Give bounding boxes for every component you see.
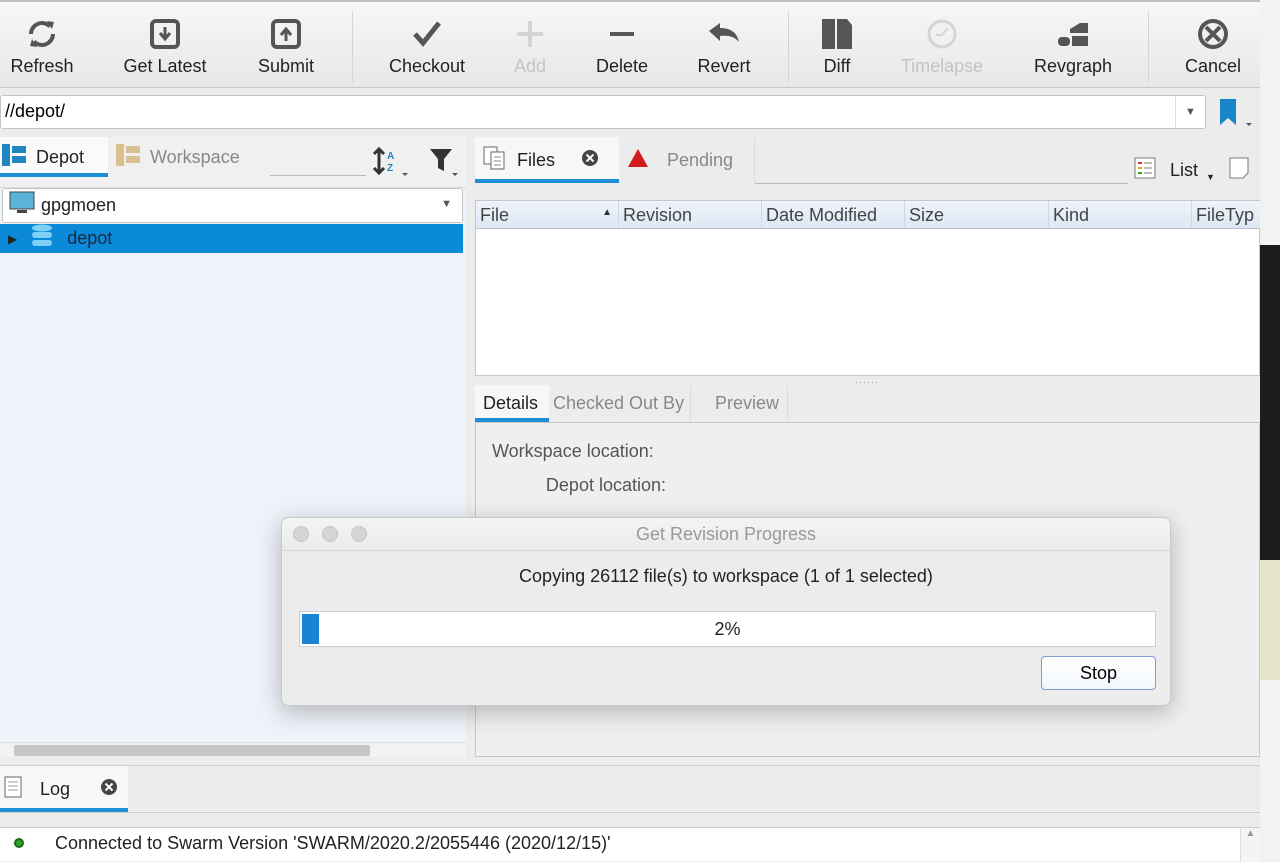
scrollbar-thumb[interactable]	[14, 745, 370, 756]
column-header-revision[interactable]: Revision	[619, 201, 762, 229]
dialog-title: Get Revision Progress	[282, 518, 1170, 551]
depot-path-combobox[interactable]: ▼	[0, 95, 1206, 129]
window-close-button[interactable]	[293, 526, 309, 542]
horizontal-scrollbar[interactable]	[0, 742, 466, 757]
sort-az-icon[interactable]: AZ	[372, 146, 411, 182]
workspace-tree-icon	[116, 143, 140, 171]
background-window	[1260, 0, 1280, 861]
stop-button[interactable]: Stop	[1041, 656, 1156, 690]
progress-bar: 2%	[299, 611, 1156, 647]
log-scrollbar[interactable]: ▲	[1240, 828, 1260, 862]
close-tab-icon[interactable]	[581, 149, 599, 172]
workspace-select[interactable]: gpgmoen ▼	[2, 188, 463, 223]
tab-log[interactable]: Log	[0, 766, 128, 812]
documents-icon	[782, 16, 892, 52]
toolbar-separator	[1148, 12, 1149, 82]
bookmark-icon[interactable]	[1218, 97, 1254, 134]
progress-message: Copying 26112 file(s) to workspace (1 of…	[519, 566, 933, 586]
upload-box-icon	[231, 16, 341, 52]
window-zoom-button[interactable]	[351, 526, 367, 542]
tab-pending[interactable]: Pending	[627, 137, 755, 183]
download-box-icon	[110, 16, 220, 52]
page-icon[interactable]	[1229, 157, 1249, 184]
workspace-location-label: Workspace location:	[492, 441, 654, 461]
list-view-icon	[1134, 157, 1156, 184]
log-document-icon	[4, 776, 22, 803]
chevron-down-icon: ▼	[441, 198, 452, 210]
log-output: Connected to Swarm Version 'SWARM/2020.2…	[0, 827, 1260, 862]
files-table: File ▲ Revision Date Modified Size Kind F…	[475, 200, 1261, 376]
get-latest-button[interactable]: Get Latest	[110, 2, 220, 88]
warning-triangle-icon	[627, 148, 649, 173]
column-header-size[interactable]: Size	[905, 201, 1049, 229]
progress-label: 2%	[714, 619, 741, 639]
svg-text:Z: Z	[387, 163, 393, 174]
tab-workspace[interactable]: Workspace	[116, 137, 240, 177]
expand-arrow-icon[interactable]: ▶	[8, 232, 17, 246]
view-mode-button[interactable]: List ▼	[1134, 157, 1249, 184]
column-header-file[interactable]: File ▲	[476, 201, 619, 229]
refresh-icon	[0, 16, 97, 52]
column-header-filetype[interactable]: FileTyp	[1192, 201, 1261, 229]
revgraph-icon	[1018, 16, 1128, 52]
tree-item-depot[interactable]: ▶ depot	[0, 224, 463, 253]
checkout-button[interactable]: Checkout	[372, 2, 482, 88]
depot-tree-icon	[2, 143, 26, 171]
tab-depot[interactable]: Depot	[0, 137, 108, 177]
chevron-down-icon[interactable]: ▼	[1175, 96, 1205, 128]
clock-icon	[887, 16, 997, 52]
delete-button[interactable]: Delete	[567, 2, 677, 88]
submit-button[interactable]: Submit	[231, 2, 341, 88]
log-tab-bar: Log	[0, 765, 1260, 813]
depot-path-input[interactable]	[1, 96, 1171, 127]
tab-files[interactable]: Files	[475, 137, 619, 183]
depot-location-label: Depot location:	[545, 475, 666, 495]
checkmark-icon	[372, 16, 482, 52]
close-tab-icon[interactable]	[100, 778, 118, 801]
revgraph-button[interactable]: Revgraph	[1018, 2, 1128, 88]
log-entry: Connected to Swarm Version 'SWARM/2020.2…	[55, 833, 611, 853]
window-minimize-button[interactable]	[322, 526, 338, 542]
tab-details[interactable]: Details	[475, 385, 549, 422]
splitter-handle[interactable]: ······	[855, 377, 879, 387]
column-header-kind[interactable]: Kind	[1049, 201, 1192, 229]
timelapse-button[interactable]: Timelapse	[887, 2, 997, 88]
diff-button[interactable]: Diff	[782, 2, 892, 88]
svg-text:A: A	[387, 151, 394, 162]
cancel-circle-x-icon	[1158, 16, 1268, 52]
refresh-button[interactable]: Refresh	[0, 2, 97, 88]
computer-icon	[9, 191, 35, 220]
files-icon	[483, 146, 507, 175]
undo-arrow-icon	[669, 16, 779, 52]
status-dot-icon	[14, 838, 24, 848]
revert-button[interactable]: Revert	[669, 2, 779, 88]
tab-checked-out-by[interactable]: Checked Out By	[553, 385, 692, 422]
toolbar: Refresh Get Latest Submit Checkout Add D…	[0, 0, 1260, 88]
filter-icon[interactable]	[430, 149, 460, 182]
column-header-date-modified[interactable]: Date Modified	[762, 201, 905, 229]
tab-preview[interactable]: Preview	[715, 385, 789, 422]
get-revision-progress-dialog: Get Revision Progress Copying 26112 file…	[281, 517, 1171, 706]
toolbar-separator	[352, 12, 353, 82]
minus-icon	[567, 16, 677, 52]
cancel-button[interactable]: Cancel	[1158, 2, 1268, 88]
database-icon	[31, 224, 53, 253]
